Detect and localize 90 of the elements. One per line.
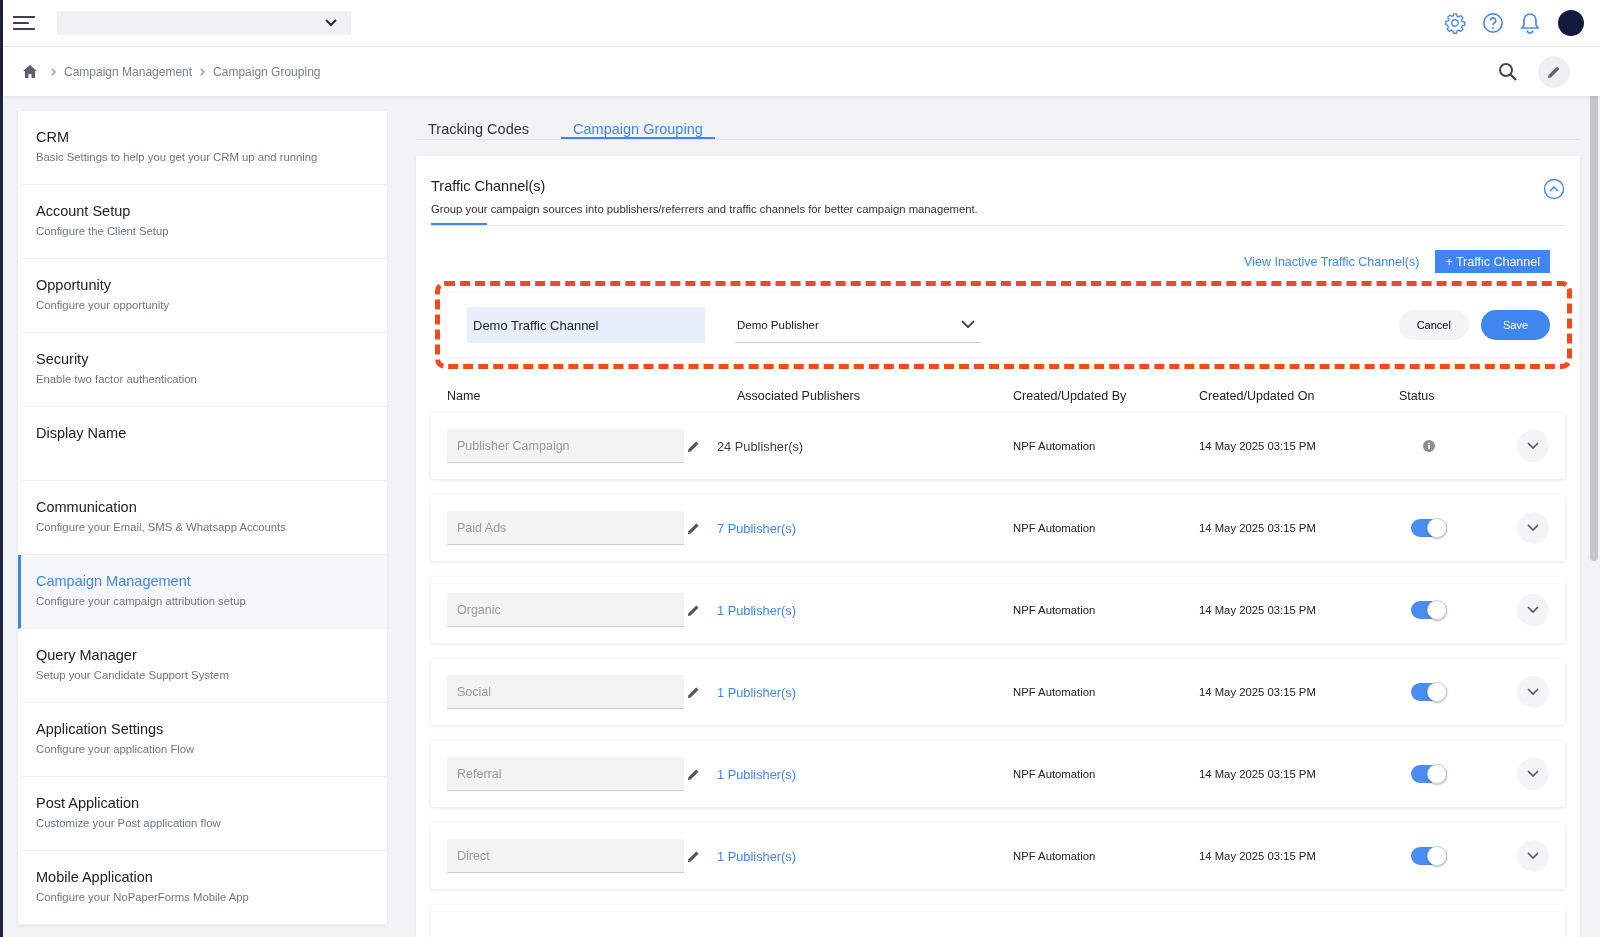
edit-button[interactable] [1538,55,1570,88]
breadcrumb-link[interactable]: Campaign Grouping [213,64,321,79]
expand-button[interactable] [1517,430,1549,462]
publishers-link[interactable]: 1 Publisher(s) [717,684,993,700]
home-icon[interactable] [23,65,37,78]
table-cell-text: NPF Automation [1013,604,1097,616]
toggle-switch[interactable] [1411,601,1447,619]
publisher-dropdown[interactable]: Demo Publisher [735,307,981,343]
sidebar-item[interactable]: Opportunity Configure your opportunity [18,259,387,333]
name-field[interactable]: Publisher Campaign [447,429,684,463]
column-header: Created/Updated By [1013,389,1128,403]
chevron-icon [1527,606,1539,614]
publishers-link[interactable]: 7 Publisher(s) [717,520,993,536]
tab[interactable]: Campaign Grouping [561,111,715,139]
publishers-count: 24 Publisher(s) [717,438,805,454]
publishers-link[interactable]: 1 Publisher(s) [717,848,993,864]
column-header: Name [447,389,482,403]
column-header: Created/Updated On [1199,389,1316,403]
sidebar-item[interactable]: Post Application Customize your Post application flow [18,777,387,851]
chevron-icon [51,67,56,76]
chevron-icon [1527,442,1539,450]
sidebar-item[interactable]: Display Name [18,407,387,481]
chevron-icon [200,67,206,76]
toggle-switch[interactable] [1411,765,1447,783]
table-cell-text: NPF Automation [1013,850,1097,862]
sidebar-item[interactable]: Campaign Management Configure your campaign attribution setup [18,555,387,629]
pencil-icon[interactable] [687,685,700,699]
section-title: Traffic Channel(s) [431,178,547,194]
chevron-icon [1527,770,1539,778]
scrollbar[interactable] [1590,96,1598,561]
expand-button[interactable] [1517,594,1549,626]
name-field[interactable]: Social [447,675,684,709]
chevron-icon [325,19,337,27]
sidebar-item[interactable]: Security Enable two factor authentication [18,333,387,407]
sidebar-item[interactable]: Query Manager Setup your Candidate Support System [18,629,387,703]
pencil-icon[interactable] [687,603,700,617]
expand-button[interactable] [1517,840,1549,872]
table-cell-text: NPF Automation [1013,686,1097,698]
pencil-icon[interactable] [687,521,700,535]
pencil-icon[interactable] [687,767,700,781]
name-input-field[interactable]: Demo Traffic Channel [467,307,705,343]
table-cell-text: 14 May 2025 03:15 PM [1199,522,1317,534]
chevron-icon [1527,524,1539,532]
name-field[interactable]: Paid Ads [447,511,684,545]
column-header: Status [1399,389,1436,403]
sidebar-item[interactable]: Mobile Application Configure your NoPaperForms Mobile App [18,851,387,925]
chevron-icon [1527,688,1539,696]
publishers-link[interactable]: 1 Publisher(s) [717,766,993,782]
dropdown-field[interactable] [57,11,351,35]
menu-icon[interactable] [13,16,35,30]
table-cell-text: NPF Automation [1013,522,1097,534]
table-cell-text: 14 May 2025 03:15 PM [1199,440,1317,452]
column-header: Associated Publishers [737,389,861,403]
toggle-switch[interactable] [1411,519,1447,537]
tab[interactable]: Tracking Codes [416,111,541,139]
pencil-icon[interactable] [687,849,700,863]
table-cell-text: 14 May 2025 03:15 PM [1199,686,1317,698]
expand-button[interactable] [1517,758,1549,790]
breadcrumb-link[interactable]: Campaign Management [64,64,193,79]
name-field[interactable]: Direct [447,839,684,873]
collapse-icon[interactable] [1543,178,1565,200]
settings-icon[interactable] [1444,12,1466,34]
pencil-icon[interactable] [687,439,700,453]
table-cell-text: NPF Automation [1013,768,1097,780]
pencil-icon [1547,64,1561,79]
bell-icon[interactable] [1520,12,1540,34]
sidebar-item[interactable]: CRM Basic Settings to help you get your CRM up and running [18,111,387,185]
expand-button[interactable] [1517,676,1549,708]
name-field[interactable]: Referral [447,757,684,791]
chevron-icon [1527,852,1539,860]
toggle-switch[interactable] [1411,683,1447,701]
search-icon[interactable] [1498,61,1518,82]
table-cell-text: 14 May 2025 03:15 PM [1199,604,1317,616]
chevron-icon [961,320,975,329]
expand-button[interactable] [1517,512,1549,544]
toggle-switch[interactable] [1411,847,1447,865]
sidebar-item[interactable]: Account Setup Configure the Client Setup [18,185,387,259]
publishers-link[interactable]: 1 Publisher(s) [717,602,993,618]
info-icon [1423,440,1435,452]
help-icon[interactable] [1482,12,1504,34]
table-cell-text: 14 May 2025 03:15 PM [1199,850,1317,862]
name-field[interactable]: Organic [447,593,684,627]
avatar[interactable] [1558,10,1584,36]
add-traffic-channel-button[interactable]: + Traffic Channel [1435,250,1550,273]
table-cell-text: NPF Automation [1013,440,1097,452]
save-button[interactable]: Save [1480,310,1550,340]
cancel-button[interactable]: Cancel [1398,310,1469,340]
section-description: Group your campaign sources into publishers/referrers and traffic channels for better campaign management. [431,203,979,215]
sidebar-item[interactable]: Application Settings Configure your application Flow [18,703,387,777]
table-cell-text: 14 May 2025 03:15 PM [1199,768,1317,780]
